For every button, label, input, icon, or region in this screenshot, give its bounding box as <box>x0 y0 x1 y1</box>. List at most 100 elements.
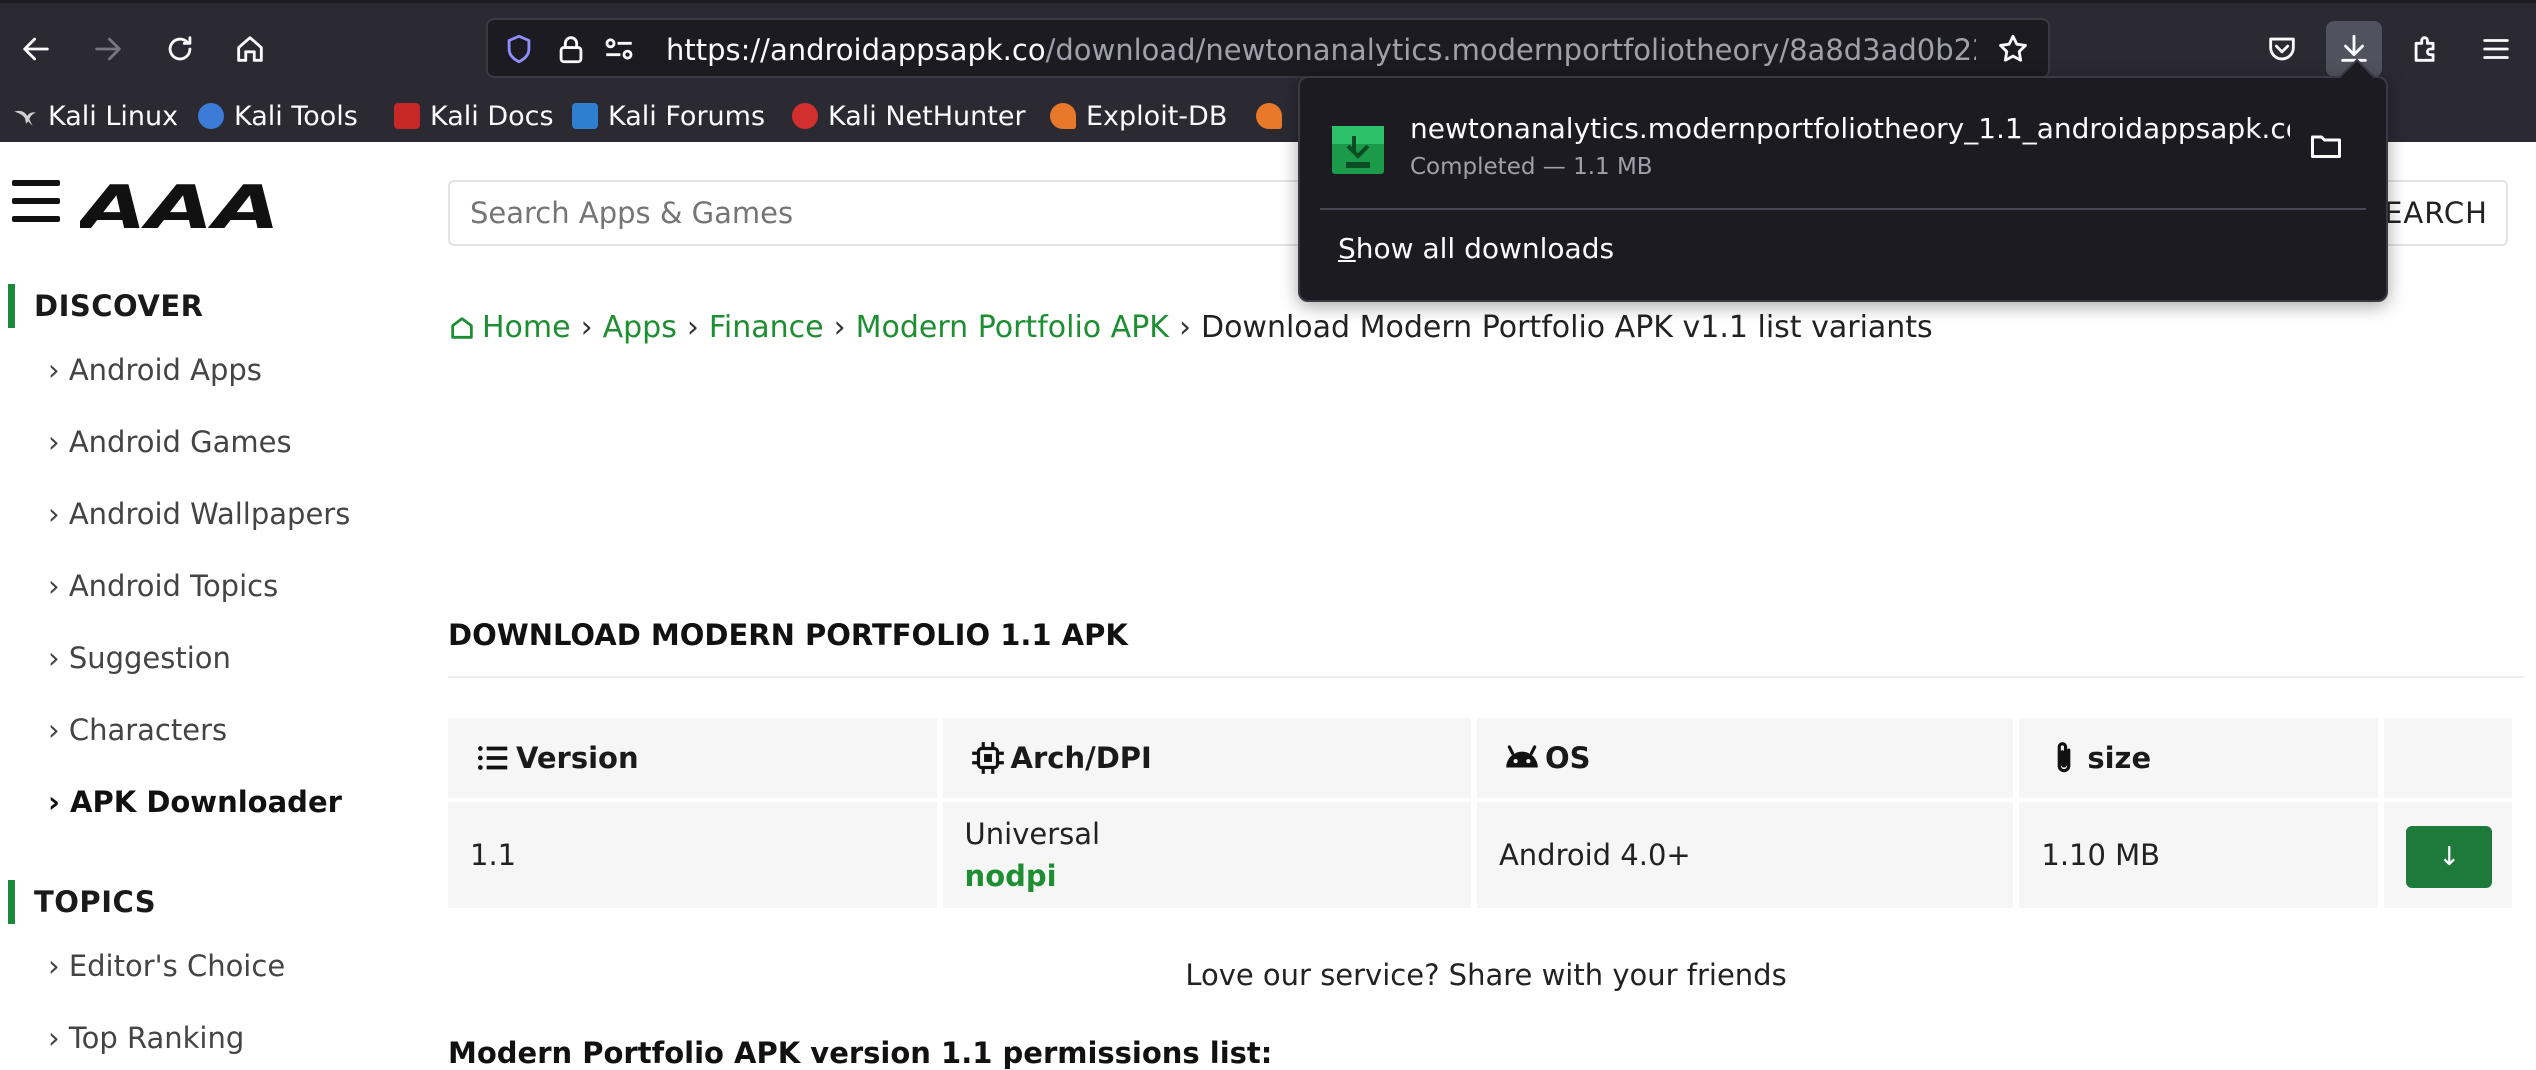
bookmark-label: Kali Docs <box>430 100 554 132</box>
sidebar-item-editors-choice[interactable]: › Editor's Choice <box>0 930 400 1002</box>
share-prompt: Love our service? Share with your friend… <box>1185 958 1787 992</box>
android-icon <box>1506 745 1538 768</box>
back-arrow-icon <box>23 37 49 61</box>
url-path: /download/newtonanalytics.modernportfoli… <box>1045 33 1976 67</box>
cell-arch: Universal nodpi <box>942 802 1471 908</box>
header-action <box>2384 718 2512 798</box>
kali-nethunter-icon <box>792 103 818 129</box>
variants-table: Version Arch/DPI OS size 1.1 Universal n… <box>448 718 2512 908</box>
bookmark-label: Kali Linux <box>48 100 179 132</box>
bookmark-kali-tools[interactable]: Kali Tools <box>198 96 358 136</box>
arch-value: Universal <box>964 817 1101 851</box>
site-logo[interactable]: AAA <box>80 178 286 234</box>
apk-file-icon <box>1332 126 1384 174</box>
app-menu-button[interactable] <box>2468 21 2524 77</box>
download-arrow-icon: ↓ <box>2438 842 2461 872</box>
cell-os: Android 4.0+ <box>1476 802 2014 908</box>
kali-dragon-icon <box>12 103 38 129</box>
cell-size: 1.10 MB <box>2019 802 2379 908</box>
bookmark-kali-linux[interactable]: Kali Linux <box>12 96 178 136</box>
extensions-button[interactable] <box>2398 21 2454 77</box>
breadcrumb: Home › Apps › Finance › Modern Portfolio… <box>448 310 1933 345</box>
bookmark-star-icon[interactable] <box>1996 32 2030 66</box>
url-host: https://androidappsapk.co <box>666 33 1046 67</box>
sidebar-item-android-apps[interactable]: › Android Apps <box>0 334 400 406</box>
kali-docs-icon <box>394 103 420 129</box>
header-arch-label: Arch/DPI <box>1010 741 1152 775</box>
divider <box>448 676 2524 678</box>
header-arch: Arch/DPI <box>942 718 1471 798</box>
header-os: OS <box>1476 718 2014 798</box>
url-bar[interactable]: https://androidappsapk.co/download/newto… <box>486 18 2050 78</box>
lock-icon[interactable] <box>554 32 588 66</box>
bookmark-label: Kali NetHunter <box>828 100 1026 132</box>
paperclip-icon <box>2058 742 2071 773</box>
bookmark-kali-nethunter[interactable]: Kali NetHunter <box>792 96 1026 136</box>
breadcrumb-separator: › <box>580 310 593 345</box>
bookmark-kali-forums[interactable]: Kali Forums <box>572 96 765 136</box>
bookmark-label: Kali Tools <box>234 100 358 132</box>
show-all-downloads-button[interactable]: Show all downloads <box>1338 232 1614 265</box>
home-icon <box>237 36 263 62</box>
download-heading: DOWNLOAD MODERN PORTFOLIO 1.1 APK <box>448 618 1128 652</box>
sidebar-heading-topics: TOPICS <box>0 874 400 930</box>
forward-arrow-icon <box>95 37 121 61</box>
site-permissions-icon[interactable] <box>602 32 636 66</box>
extensions-puzzle-icon <box>2414 36 2435 62</box>
sidebar-heading-discover: DISCOVER <box>0 278 400 334</box>
sidebar: DISCOVER › Android Apps › Android Games … <box>0 278 400 1070</box>
reload-button[interactable] <box>152 21 208 77</box>
table-row: 1.1 Universal nodpi Android 4.0+ 1.10 MB… <box>448 802 2512 908</box>
home-button[interactable] <box>222 21 278 77</box>
sidebar-item-android-games[interactable]: › Android Games <box>0 406 400 478</box>
folder-icon[interactable] <box>2308 128 2344 164</box>
pocket-button[interactable] <box>2254 21 2310 77</box>
sidebar-item-suggestion[interactable]: › Suggestion <box>0 622 400 694</box>
home-icon[interactable] <box>448 314 476 342</box>
bookmark-partial[interactable] <box>1256 96 1292 136</box>
header-size-label: size <box>2087 741 2152 775</box>
sidebar-item-android-topics[interactable]: › Android Topics <box>0 550 400 622</box>
back-button[interactable] <box>8 21 64 77</box>
download-file-name[interactable]: newtonanalytics.modernportfoliotheory_1.… <box>1410 112 2290 145</box>
breadcrumb-separator: › <box>686 310 699 345</box>
bookmark-label: Exploit-DB <box>1086 100 1228 132</box>
accesskey-letter: S <box>1338 232 1356 265</box>
breadcrumb-separator: › <box>1178 310 1191 345</box>
exploit-db-icon <box>1256 103 1282 129</box>
breadcrumb-home[interactable]: Home <box>482 310 571 345</box>
tracking-protection-shield-icon[interactable] <box>502 32 536 66</box>
site-menu-button[interactable] <box>12 180 60 228</box>
cell-version: 1.1 <box>448 802 937 908</box>
menu-icon <box>2483 39 2509 59</box>
list-icon <box>477 746 508 770</box>
bookmark-exploit-db[interactable]: Exploit-DB <box>1050 96 1227 136</box>
cell-action: ↓ <box>2384 802 2512 908</box>
bookmark-kali-docs[interactable]: Kali Docs <box>394 96 554 136</box>
url-text[interactable]: https://androidappsapk.co/download/newto… <box>666 33 1976 67</box>
breadcrumb-apps[interactable]: Apps <box>603 310 677 345</box>
permissions-title: Modern Portfolio APK version 1.1 permiss… <box>448 1036 1273 1070</box>
sidebar-item-characters[interactable]: › Characters <box>0 694 400 766</box>
breadcrumb-finance[interactable]: Finance <box>709 310 824 345</box>
svg-text:AAA: AAA <box>80 178 280 234</box>
sidebar-item-top-ranking[interactable]: › Top Ranking <box>0 1002 400 1070</box>
breadcrumb-app[interactable]: Modern Portfolio APK <box>856 310 1169 345</box>
forward-button[interactable] <box>80 21 136 77</box>
exploit-db-icon <box>1050 103 1076 129</box>
table-header-row: Version Arch/DPI OS size <box>448 718 2512 802</box>
dpi-value: nodpi <box>964 859 1057 893</box>
sidebar-item-apk-downloader[interactable]: › APK Downloader <box>0 766 400 838</box>
pocket-icon <box>2269 37 2295 61</box>
downloads-panel: newtonanalytics.modernportfoliotheory_1.… <box>1298 76 2388 302</box>
header-os-label: OS <box>1544 741 1591 775</box>
breadcrumb-current: Download Modern Portfolio APK v1.1 list … <box>1200 310 1933 345</box>
bookmark-label: Kali Forums <box>608 100 766 132</box>
kali-forums-icon <box>572 103 598 129</box>
kali-tools-icon <box>198 103 224 129</box>
show-all-label: how all downloads <box>1355 232 1615 265</box>
download-apk-button[interactable]: ↓ <box>2406 826 2493 888</box>
header-version: Version <box>448 718 937 798</box>
reload-icon <box>168 36 192 61</box>
sidebar-item-android-wallpapers[interactable]: › Android Wallpapers <box>0 478 400 550</box>
